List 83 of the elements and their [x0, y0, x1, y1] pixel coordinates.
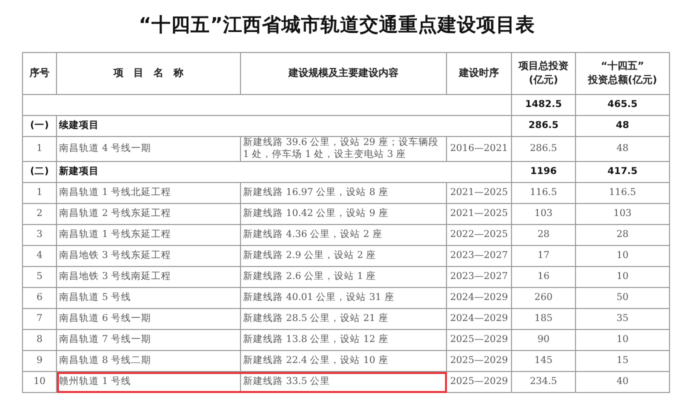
table-title: “十四五”江西省城市轨道交通重点建设项目表 [138, 13, 536, 38]
table-cell: 116.5 [530, 187, 558, 198]
table-cell: 新建线路 2.9 公里，设站 2 座 [243, 250, 376, 261]
table-cell: (二) [30, 166, 49, 177]
table-cell: 南昌轨道 4 号线一期 [59, 143, 152, 154]
table-cell: 南昌轨道 5 号线 [59, 292, 132, 303]
table-cell: 17 [537, 250, 550, 261]
table-cell: 新建线路 13.8 公里，设站 12 座 [243, 334, 388, 345]
table-cell: 新建线路 39.6 公里，设站 29 座；设车辆段 1 处，停车场 1 处，设主变电站 3 座 [243, 137, 438, 160]
table-cell: 2024—2029 [450, 313, 508, 324]
table-cell: 1482.5 [525, 99, 562, 110]
table-cell: 南昌地铁 3 号线东延工程 [59, 250, 172, 261]
table-cell: (一) [30, 120, 49, 131]
column-header: “十四五” 投资总额(亿元) [576, 52, 670, 94]
table-cell: 新建线路 10.42 公里，设站 9 座 [243, 208, 388, 219]
table-cell: 2021—2025 [450, 208, 508, 219]
table-cell: 赣州轨道 1 号线 [59, 376, 132, 387]
table-cell: 7 [36, 313, 43, 324]
table-cell: 2025—2029 [450, 334, 508, 345]
table-cell: 新建线路 16.97 公里，设站 8 座 [243, 187, 388, 198]
table-cell: 2023—2027 [450, 271, 508, 282]
table-cell: 260 [534, 292, 553, 303]
table-cell: 2022—2025 [450, 229, 508, 240]
table-cell: 417.5 [607, 166, 638, 177]
column-header: 建设时序 [446, 52, 512, 94]
table-cell: 48 [616, 143, 629, 154]
table-cell: 续建项目 [59, 120, 99, 131]
column-header: 项 目 名 称 [56, 52, 240, 94]
table-cell: 新建线路 33.5 公里 [243, 376, 330, 387]
table-cell: 185 [534, 313, 553, 324]
table-cell: 5 [36, 271, 43, 282]
table-cell: 28 [537, 229, 550, 240]
table-cell: 40 [616, 376, 629, 387]
table-cell: 234.5 [530, 376, 558, 387]
table-cell: 10 [616, 271, 629, 282]
table-cell: 465.5 [607, 99, 638, 110]
table-cell: 南昌轨道 6 号线一期 [59, 313, 152, 324]
column-header: 项目总投资 (亿元) [512, 52, 576, 94]
table-cell: 116.5 [608, 187, 636, 198]
table-cell: 2021—2025 [450, 187, 508, 198]
table-cell: 新建线路 28.5 公里，设站 21 座 [243, 313, 388, 324]
table-cell: 南昌轨道 1 号线东延工程 [59, 229, 172, 240]
table-cell: 1 [36, 187, 43, 198]
table-cell: 16 [537, 271, 550, 282]
table-cell: 1 [36, 143, 43, 154]
table-cell: 15 [616, 355, 629, 366]
table-cell: 新建线路 2.6 公里，设站 1 座 [243, 271, 376, 282]
table-cell: 48 [616, 120, 630, 131]
table-cell: 2 [36, 208, 43, 219]
table-cell: 新建线路 22.4 公里，设站 10 座 [243, 355, 388, 366]
table-cell: 南昌轨道 2 号线东延工程 [59, 208, 172, 219]
column-header: 序号 [22, 52, 56, 94]
table-cell: 103 [534, 208, 553, 219]
table-cell: 9 [36, 355, 43, 366]
table-cell: 35 [616, 313, 629, 324]
table-cell: 新建线路 4.36 公里，设站 2 座 [243, 229, 382, 240]
table-cell: 90 [537, 334, 550, 345]
table-cell: 28 [616, 229, 629, 240]
table-cell: 103 [613, 208, 632, 219]
table-cell: 10 [33, 376, 46, 387]
table-cell: 3 [36, 229, 43, 240]
table-cell: 286.5 [528, 120, 559, 131]
table-cell: 2025—2029 [450, 355, 508, 366]
table-cell: 2025—2029 [450, 376, 508, 387]
table-cell: 6 [36, 292, 43, 303]
table-cell: 南昌轨道 8 号线二期 [59, 355, 152, 366]
table-cell: 4 [36, 250, 43, 261]
table-cell: 2023—2027 [450, 250, 508, 261]
table-cell: 南昌轨道 7 号线一期 [59, 334, 152, 345]
table-cell: 1196 [530, 166, 557, 177]
table-cell: 10 [616, 250, 629, 261]
table-cell: 145 [534, 355, 553, 366]
table-cell: 286.5 [530, 143, 558, 154]
table-cell: 2024—2029 [450, 292, 508, 303]
table-cell: 8 [36, 334, 43, 345]
table-cell: 50 [616, 292, 629, 303]
table-cell: 南昌轨道 1 号线北延工程 [59, 187, 172, 198]
column-header: 建设规模及主要建设内容 [240, 52, 446, 94]
table-cell: 南昌地铁 3 号线南延工程 [59, 271, 172, 282]
table-cell: 新建线路 40.01 公里，设站 31 座 [243, 292, 394, 303]
table-cell: 新建项目 [59, 166, 99, 177]
table-cell: 10 [616, 334, 629, 345]
table-cell: 2016—2021 [450, 143, 508, 154]
